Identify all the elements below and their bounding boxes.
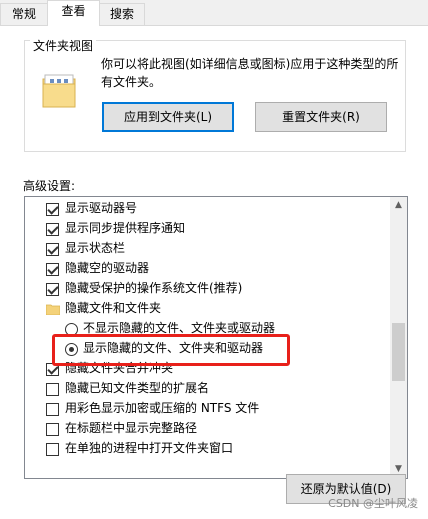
checkbox[interactable] (46, 283, 59, 296)
view-tab-page: 文件夹视图 你可以将此视图(如详细信息或图标)应用于这种类型的所有文件夹。 应用… (0, 25, 428, 519)
checkbox[interactable] (46, 363, 59, 376)
list-item-label: 在单独的进程中打开文件夹窗口 (65, 441, 234, 455)
list-item[interactable]: 隐藏文件夹合并冲突 (25, 358, 387, 378)
list-item[interactable]: 显示驱动器号 (25, 198, 387, 218)
checkbox[interactable] (46, 383, 59, 396)
tab-search[interactable]: 搜索 (99, 3, 145, 26)
checkbox[interactable] (46, 443, 59, 456)
list-item-label: 显示同步提供程序通知 (65, 221, 186, 235)
list-item[interactable]: 显示隐藏的文件、文件夹和驱动器 (25, 338, 387, 358)
list-item-label: 隐藏文件夹合并冲突 (65, 361, 174, 375)
radio-button[interactable] (65, 343, 78, 356)
list-item[interactable]: 隐藏已知文件类型的扩展名 (25, 378, 387, 398)
list-item-label: 隐藏受保护的操作系统文件(推荐) (65, 281, 243, 295)
vertical-scrollbar[interactable]: ▲ ▼ (390, 197, 407, 478)
list-item-label: 隐藏文件和文件夹 (65, 301, 162, 315)
list-item-label: 不显示隐藏的文件、文件夹或驱动器 (83, 321, 276, 335)
folder-views-title: 文件夹视图 (30, 39, 97, 53)
list-item-label: 隐藏空的驱动器 (65, 261, 150, 275)
list-item-label: 显示状态栏 (65, 241, 126, 255)
list-item[interactable]: 隐藏空的驱动器 (25, 258, 387, 278)
list-item[interactable]: 隐藏受保护的操作系统文件(推荐) (25, 278, 387, 298)
watermark: CSDN @尘叶风凌 (328, 497, 418, 510)
tab-general[interactable]: 常规 (0, 3, 48, 26)
list-item[interactable]: 在标题栏中显示完整路径 (25, 418, 387, 438)
advanced-settings-label: 高级设置: (23, 179, 76, 193)
folder-icon (46, 304, 60, 315)
list-item-label: 在标题栏中显示完整路径 (65, 421, 198, 435)
folder-views-description: 你可以将此视图(如详细信息或图标)应用于这种类型的所有文件夹。 (101, 57, 399, 89)
apply-to-folders-button[interactable]: 应用到文件夹(L) (102, 102, 234, 132)
advanced-settings-list[interactable]: 显示驱动器号 显示同步提供程序通知 显示状态栏 隐藏空的驱动器 隐藏受保护的操作… (24, 196, 408, 479)
scrollbar-thumb[interactable] (392, 323, 405, 381)
list-item-label: 显示驱动器号 (65, 201, 138, 215)
checkbox[interactable] (46, 423, 59, 436)
checkbox[interactable] (46, 243, 59, 256)
folder-view-icon (42, 74, 76, 108)
list-item[interactable]: 用彩色显示加密或压缩的 NTFS 文件 (25, 398, 387, 418)
checkbox[interactable] (46, 203, 59, 216)
radio-button[interactable] (65, 323, 78, 336)
scroll-up-icon[interactable]: ▲ (390, 197, 407, 214)
reset-folders-button[interactable]: 重置文件夹(R) (255, 102, 387, 132)
list-item[interactable]: 在单独的进程中打开文件夹窗口 (25, 438, 387, 458)
list-item: 隐藏文件和文件夹 (25, 298, 387, 318)
checkbox[interactable] (46, 403, 59, 416)
list-item-label: 隐藏已知文件类型的扩展名 (65, 381, 210, 395)
list-item[interactable]: 显示状态栏 (25, 238, 387, 258)
list-item-label: 用彩色显示加密或压缩的 NTFS 文件 (65, 401, 260, 415)
checkbox[interactable] (46, 223, 59, 236)
list-item[interactable]: 显示同步提供程序通知 (25, 218, 387, 238)
checkbox[interactable] (46, 263, 59, 276)
list-item-label: 显示隐藏的文件、文件夹和驱动器 (83, 341, 264, 355)
list-item[interactable]: 不显示隐藏的文件、文件夹或驱动器 (25, 318, 387, 338)
tab-view[interactable]: 查看 (47, 0, 100, 26)
tab-bar: 常规 查看 搜索 (0, 0, 428, 26)
